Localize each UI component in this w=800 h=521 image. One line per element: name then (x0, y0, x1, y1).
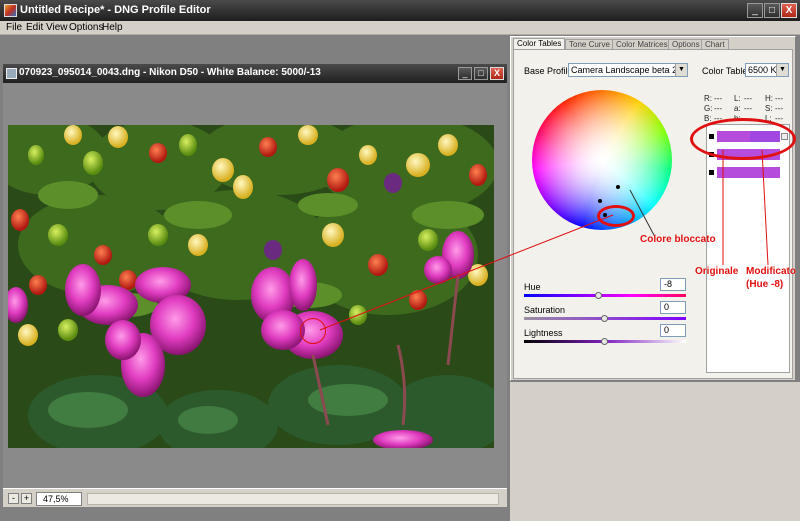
zoom-out-button[interactable]: - (8, 493, 19, 504)
editor-panel: Color Tables Tone Curve Color Matrices O… (510, 36, 796, 381)
side-area (510, 382, 800, 521)
menu-file[interactable]: File (6, 22, 22, 33)
readout-r-key: R: (704, 94, 712, 103)
image-document-window: 070923_095014_0043.dng - Nikon D50 - Whi… (3, 64, 507, 507)
readout-g-val: --- (714, 104, 722, 113)
readout-l-key: L: (734, 94, 741, 103)
doc-maximize-button[interactable]: □ (474, 67, 488, 80)
base-profile-select[interactable]: Camera Landscape beta 2 (Niko ▼ (568, 63, 688, 77)
menu-edit[interactable]: Edit (26, 22, 43, 33)
readout-r-val: --- (714, 94, 722, 103)
modified-annotation: Modificato (746, 266, 796, 277)
swatch-row-3[interactable] (709, 167, 787, 178)
readout-h-key: H: (765, 94, 773, 103)
saturation-value-field[interactable]: 0 (660, 301, 686, 314)
swatch-original (717, 167, 780, 178)
document-icon (6, 68, 17, 79)
maximize-button[interactable]: □ (764, 3, 780, 18)
color-table-label: Color Table: (702, 66, 750, 76)
wheel-point-neutral[interactable] (616, 185, 620, 189)
main-title-bar: Untitled Recipe* - DNG Profile Editor _ … (0, 0, 800, 21)
menu-help[interactable]: Help (102, 22, 123, 33)
chevron-down-icon: ▼ (675, 64, 687, 76)
modified-sub-annotation: (Hue -8) (746, 279, 784, 290)
horizontal-scrollbar[interactable] (87, 493, 499, 505)
window-title: Untitled Recipe* - DNG Profile Editor (20, 4, 211, 16)
document-title: 070923_095014_0043.dng - Nikon D50 - Whi… (19, 67, 321, 78)
lightness-value-field[interactable]: 0 (660, 324, 686, 337)
zoom-level-field[interactable]: 47,5% (36, 492, 82, 506)
readout-a-key: a: (734, 104, 741, 113)
minimize-button[interactable]: _ (747, 3, 763, 18)
app-icon (4, 4, 17, 17)
wheel-point-small[interactable] (598, 199, 602, 203)
locked-color-annotation: Colore bloccato (640, 234, 716, 245)
saturation-label: Saturation (524, 305, 566, 315)
readout-h-val: --- (775, 94, 783, 103)
photo-sample-ring (300, 318, 326, 344)
hue-slider-track[interactable] (524, 294, 686, 297)
document-status-bar: - + 47,5% (3, 488, 507, 507)
locked-color-ring (597, 205, 635, 227)
chevron-down-icon: ▼ (776, 64, 788, 76)
doc-minimize-button[interactable]: _ (458, 67, 472, 80)
color-table-select[interactable]: 6500 K ▼ (745, 63, 789, 77)
image-canvas[interactable] (3, 83, 507, 488)
close-button[interactable]: X (781, 3, 797, 18)
dng-profile-editor-app: Untitled Recipe* - DNG Profile Editor _ … (0, 0, 800, 521)
photo-content (8, 125, 494, 448)
photo-flowers-peppers[interactable] (8, 125, 494, 448)
readout-l-val: --- (744, 94, 752, 103)
hue-value-field[interactable]: -8 (660, 278, 686, 291)
lightness-label: Lightness (524, 328, 563, 338)
readout-s-key: S: (765, 104, 773, 113)
lightness-slider-thumb[interactable] (601, 338, 608, 345)
base-profile-value: Camera Landscape beta 2 (Niko (571, 65, 688, 75)
color-table-value: 6500 K (748, 65, 777, 75)
hue-slider-thumb[interactable] (594, 292, 602, 299)
menu-bar: File Edit View Options Help (0, 21, 800, 35)
color-tables-pane: Base Profile: Camera Landscape beta 2 (N… (513, 49, 793, 379)
readout-s-val: --- (775, 104, 783, 113)
saturation-slider-thumb[interactable] (601, 315, 608, 322)
menu-options[interactable]: Options (69, 22, 103, 33)
readout-a-val: --- (744, 104, 752, 113)
hue-label: Hue (524, 282, 541, 292)
doc-close-button[interactable]: X (490, 67, 504, 80)
swatch-bullet-icon (709, 170, 714, 175)
readout-g-key: G: (704, 104, 713, 113)
original-annotation: Originale (695, 266, 739, 277)
color-swatch-list (706, 124, 790, 373)
zoom-in-button[interactable]: + (21, 493, 32, 504)
document-title-bar: 070923_095014_0043.dng - Nikon D50 - Whi… (3, 64, 507, 83)
menu-view[interactable]: View (46, 22, 68, 33)
swatch-highlight-ring (690, 118, 796, 160)
